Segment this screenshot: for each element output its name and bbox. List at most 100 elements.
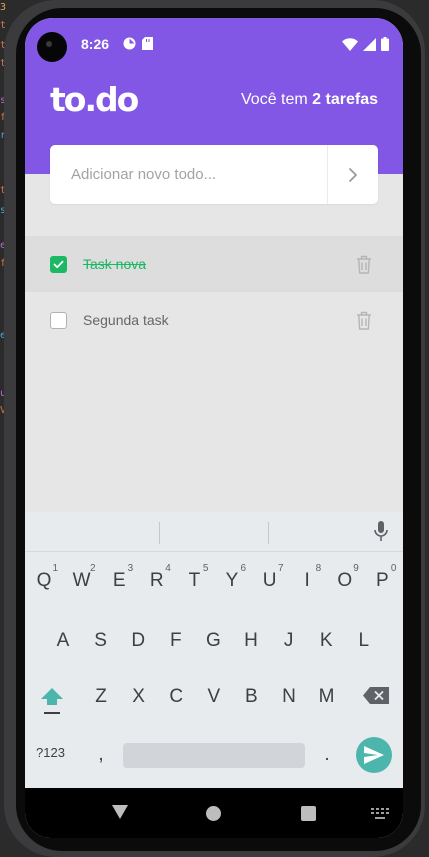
key-n[interactable]: N (273, 686, 305, 708)
front-camera (37, 32, 67, 62)
comma-key[interactable]: , (85, 744, 117, 766)
key-o[interactable]: O9 (329, 563, 361, 592)
key-label: M (318, 686, 335, 707)
send-key[interactable] (356, 737, 392, 773)
key-k[interactable]: K (310, 630, 342, 652)
soft-keyboard: Q1W2E3R4T5Y6U7I8O9P0 A S D F G H J K L Z X C V B N M ?… (25, 512, 403, 788)
key-j[interactable]: J (273, 630, 305, 652)
new-todo-input[interactable] (50, 145, 327, 204)
app-screen: 8:26 to.do Você tem 2 tarefas Task nova … (25, 18, 403, 838)
status-notification-icons (123, 37, 153, 50)
key-y[interactable]: Y6 (216, 563, 248, 592)
key-label: X (132, 686, 145, 707)
key-q[interactable]: Q1 (28, 563, 60, 592)
key-b[interactable]: B (235, 686, 267, 708)
key-number-hint: 3 (127, 563, 134, 574)
key-i[interactable]: I8 (291, 563, 323, 592)
key-t[interactable]: T5 (178, 563, 210, 592)
key-number-hint: 4 (165, 563, 171, 574)
key-label: F (169, 630, 182, 651)
key-g[interactable]: G (197, 630, 229, 652)
symbols-key[interactable]: ?123 (36, 745, 65, 760)
key-p[interactable]: P0 (366, 563, 398, 592)
new-todo-form (50, 145, 378, 204)
key-label: G (206, 630, 221, 651)
keyboard-switch-icon[interactable] (371, 808, 389, 820)
key-u[interactable]: U7 (254, 563, 286, 592)
key-label: Z (95, 686, 107, 707)
key-number-hint: 1 (52, 563, 58, 574)
backspace-key[interactable] (363, 687, 389, 709)
task-item[interactable]: Segunda task (25, 292, 403, 348)
key-number-hint: 0 (390, 563, 397, 574)
trash-icon[interactable] (356, 311, 372, 330)
key-number-hint: 6 (240, 563, 246, 574)
task-checkbox[interactable] (50, 311, 67, 329)
home-circle-icon[interactable] (206, 806, 221, 821)
key-label: A (56, 630, 70, 651)
key-c[interactable]: C (160, 686, 192, 708)
key-z[interactable]: Z (85, 686, 117, 708)
key-label: N (282, 686, 296, 707)
task-title[interactable]: Task nova (83, 256, 146, 272)
mic-icon[interactable] (374, 521, 388, 541)
checkmark-icon (53, 260, 64, 268)
key-d[interactable]: D (122, 630, 154, 652)
key-w[interactable]: W2 (66, 563, 98, 592)
sd-card-icon (142, 37, 153, 50)
wifi-icon (342, 37, 358, 51)
battery-icon (381, 37, 389, 51)
key-label: C (169, 686, 184, 707)
app-logo: to.do (50, 80, 139, 119)
key-v[interactable]: V (198, 686, 230, 708)
recents-square-icon[interactable] (301, 806, 316, 821)
suggestion-strip (25, 512, 403, 552)
key-label: D (131, 630, 146, 651)
pinwheel-icon (123, 37, 136, 50)
suggestion-divider (268, 522, 269, 544)
back-triangle-icon[interactable] (112, 805, 128, 819)
task-count-summary: Você tem 2 tarefas (241, 91, 378, 109)
key-h[interactable]: H (235, 630, 267, 652)
key-number-hint: 8 (315, 563, 322, 574)
backspace-icon (363, 687, 389, 704)
key-label: S (94, 630, 107, 651)
key-a[interactable]: A (47, 630, 79, 652)
key-m[interactable]: M (311, 686, 343, 708)
shift-icon (41, 688, 63, 714)
key-x[interactable]: X (123, 686, 155, 708)
space-bar[interactable] (123, 743, 305, 768)
android-nav-bar (25, 788, 403, 838)
send-icon (364, 746, 384, 764)
suggestion-divider (159, 522, 160, 544)
key-label: V (207, 686, 221, 707)
period-key[interactable]: . (311, 744, 343, 766)
comma-key-label: , (98, 744, 104, 765)
signal-icon (363, 37, 376, 51)
summary-prefix: Você tem (241, 91, 313, 108)
key-label: H (244, 630, 258, 651)
task-checkbox[interactable] (50, 255, 67, 273)
key-e[interactable]: E3 (103, 563, 135, 592)
key-number-hint: 7 (278, 563, 284, 574)
trash-icon[interactable] (356, 255, 372, 274)
key-label: B (245, 686, 258, 707)
task-item[interactable]: Task nova (25, 236, 403, 292)
summary-count: 2 tarefas (312, 91, 378, 108)
status-system-icons (342, 37, 389, 51)
shift-key[interactable] (39, 686, 65, 716)
status-time: 8:26 (81, 36, 110, 52)
key-label: K (319, 630, 333, 651)
period-key-label: . (324, 744, 330, 765)
key-s[interactable]: S (85, 630, 117, 652)
key-number-hint: 5 (202, 563, 209, 574)
key-label: J (283, 630, 294, 651)
add-todo-button[interactable] (327, 145, 378, 204)
key-f[interactable]: F (160, 630, 192, 652)
key-r[interactable]: R4 (141, 563, 173, 592)
chevron-right-icon (349, 167, 357, 182)
key-l[interactable]: L (348, 630, 380, 652)
task-title[interactable]: Segunda task (83, 312, 169, 328)
key-number-hint: 2 (90, 563, 96, 574)
key-number-hint: 9 (353, 563, 359, 574)
